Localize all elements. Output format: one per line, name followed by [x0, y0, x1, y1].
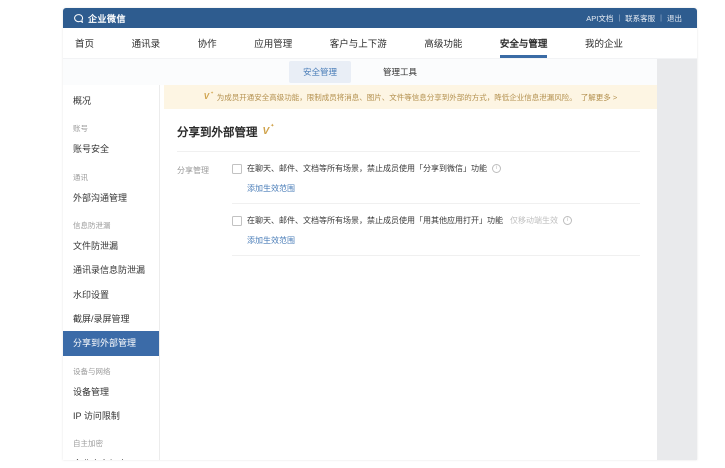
sidebar-item-设备管理[interactable]: 设备管理 [63, 380, 159, 404]
page-title: 分享到外部管理 [177, 118, 640, 151]
sidebar-item-账号安全[interactable]: 账号安全 [63, 137, 159, 161]
setting-label: 在聊天、邮件、文档等所有场景，禁止成员使用「分享到微信」功能 [247, 163, 487, 174]
sidebar-item-水印设置[interactable]: 水印设置 [63, 283, 159, 307]
main-row: 概况账号账号安全通讯外部沟通管理信息防泄漏文件防泄漏通讯录信息防泄漏水印设置截屏… [63, 85, 657, 460]
nav-item-客户与上下游[interactable]: 客户与上下游 [330, 28, 387, 58]
tabstrip: 安全管理管理工具 [63, 59, 657, 85]
topbar-link[interactable]: 退出 [662, 13, 687, 24]
logo-text: 企业微信 [88, 12, 126, 25]
content-inner: 分享到外部管理 分享管理 在聊天、邮件、文档等所有场景，禁止成员使用「分享到微信… [160, 109, 657, 267]
sidebar-item-文件防泄漏[interactable]: 文件防泄漏 [63, 234, 159, 258]
topbar-link[interactable]: 联系客服 [620, 13, 660, 24]
checkbox[interactable] [232, 216, 242, 226]
wework-logo-icon [73, 13, 84, 24]
setting-checkbox-row: 在聊天、邮件、文档等所有场景，禁止成员使用「用其他应用打开」功能仅移动端生效 i [232, 215, 640, 226]
sidebar-group-header: 自主加密 [63, 428, 159, 452]
topbar-link[interactable]: API文档 [581, 13, 618, 24]
info-icon[interactable]: i [492, 164, 501, 173]
sidebar-item-通讯录信息防泄漏[interactable]: 通讯录信息防泄漏 [63, 258, 159, 282]
nav-item-安全与管理[interactable]: 安全与管理 [500, 28, 548, 58]
setting-note: 仅移动端生效 [510, 215, 558, 226]
sidebar-group-header: 设备与网络 [63, 356, 159, 380]
notice-learn-more-link[interactable]: 了解更多 > [581, 92, 617, 103]
topbar-links: API文档|联系客服|退出 [581, 13, 687, 24]
sidebar-item-外部沟通管理[interactable]: 外部沟通管理 [63, 186, 159, 210]
add-scope-link[interactable]: 添加生效范围 [247, 183, 295, 194]
sidebar-item-分享到外部管理[interactable]: 分享到外部管理 [63, 331, 159, 355]
setting-checkbox-row: 在聊天、邮件、文档等所有场景，禁止成员使用「分享到微信」功能 i [232, 163, 640, 174]
nav-item-协作[interactable]: 协作 [198, 28, 217, 58]
section-label: 分享管理 [177, 163, 232, 267]
info-icon[interactable]: i [563, 216, 572, 225]
nav-item-应用管理[interactable]: 应用管理 [254, 28, 292, 58]
notice-text: 为成员开通安全高级功能，限制成员将消息、图片、文件等信息分享到外部的方式，降低企… [217, 92, 577, 103]
setting-section: 分享管理 在聊天、邮件、文档等所有场景，禁止成员使用「分享到微信」功能 i 添加生效… [177, 152, 640, 267]
page-title-text: 分享到外部管理 [177, 124, 258, 140]
app-window: 企业微信 API文档|联系客服|退出 首页 通讯录 协作 应用管理 客户与上下游 高级功能… [63, 8, 697, 460]
checkbox[interactable] [232, 164, 242, 174]
nav-item-高级功能[interactable]: 高级功能 [424, 28, 462, 58]
nav-item-我的企业[interactable]: 我的企业 [585, 28, 623, 58]
nav-item-首页[interactable]: 首页 [75, 28, 94, 58]
row-divider [232, 203, 640, 204]
sidebar-item-截屏/录屏管理[interactable]: 截屏/录屏管理 [63, 307, 159, 331]
page: 企业微信 API文档|联系客服|退出 首页 通讯录 协作 应用管理 客户与上下游 高级功能… [0, 0, 725, 468]
sidebar-item-IP 访问限制[interactable]: IP 访问限制 [63, 404, 159, 428]
sidebar-item-企业自主加密[interactable]: 企业自主加密 [63, 452, 159, 460]
right-gutter [657, 59, 697, 460]
sidebar-group-header: 信息防泄漏 [63, 210, 159, 234]
setting-label: 在聊天、邮件、文档等所有场景，禁止成员使用「用其他应用打开」功能 [247, 215, 503, 226]
nav-item-通讯录[interactable]: 通讯录 [132, 28, 161, 58]
tab-安全管理[interactable]: 安全管理 [289, 61, 351, 83]
sidebar: 概况账号账号安全通讯外部沟通管理信息防泄漏文件防泄漏通讯录信息防泄漏水印设置截屏… [63, 85, 160, 460]
main-column: 安全管理管理工具 概况账号账号安全通讯外部沟通管理信息防泄漏文件防泄漏通讯录信息… [63, 59, 657, 460]
content: 为成员开通安全高级功能，限制成员将消息、图片、文件等信息分享到外部的方式，降低企… [160, 85, 657, 460]
app-body: 安全管理管理工具 概况账号账号安全通讯外部沟通管理信息防泄漏文件防泄漏通讯录信息… [63, 59, 697, 460]
premium-v-icon [204, 93, 213, 101]
main-nav: 首页 通讯录 协作 应用管理 客户与上下游 高级功能 安全与管理 我的企业 [63, 28, 697, 59]
logo[interactable]: 企业微信 [73, 12, 126, 25]
sidebar-group-header: 通讯 [63, 162, 159, 186]
notice-banner: 为成员开通安全高级功能，限制成员将消息、图片、文件等信息分享到外部的方式，降低企… [164, 85, 657, 109]
tab-管理工具[interactable]: 管理工具 [369, 61, 431, 83]
sidebar-item-概况[interactable]: 概况 [63, 89, 159, 113]
sidebar-group-header: 账号 [63, 113, 159, 137]
add-scope-link[interactable]: 添加生效范围 [247, 235, 295, 246]
row-divider [232, 255, 640, 256]
premium-v-icon [263, 127, 274, 137]
setting-rows: 在聊天、邮件、文档等所有场景，禁止成员使用「分享到微信」功能i添加生效范围在聊天… [232, 163, 640, 267]
topbar: 企业微信 API文档|联系客服|退出 [63, 8, 697, 28]
